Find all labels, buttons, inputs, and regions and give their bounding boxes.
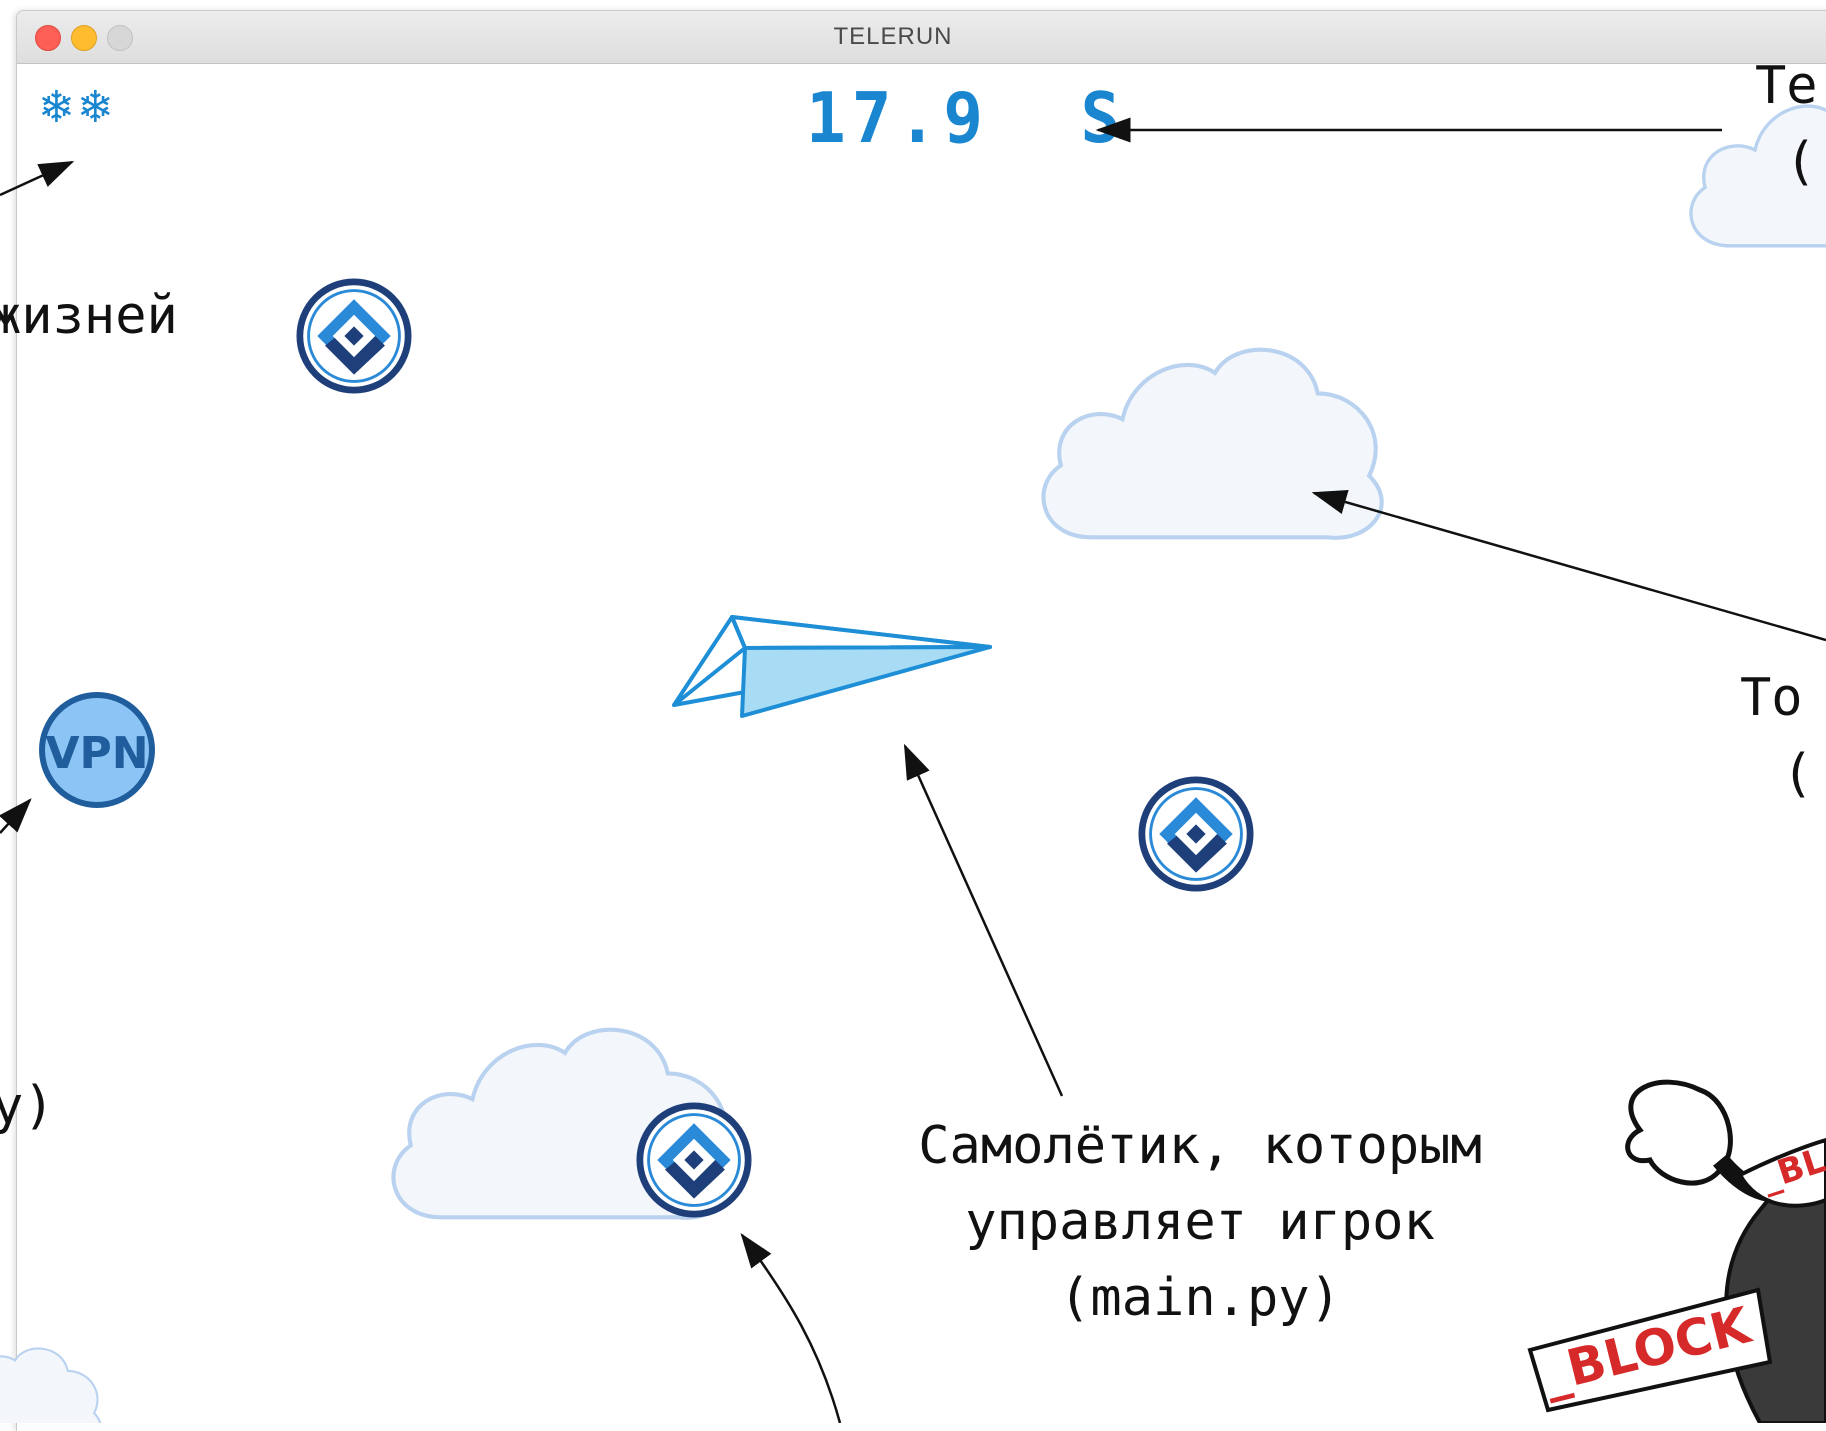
player-annotation: Самолётик, которым управляет игрок (main… [860, 1108, 1540, 1336]
arrow-to-lives [0, 160, 75, 197]
annotation-line: (main.py) [1059, 1268, 1341, 1328]
cloud [0, 1347, 102, 1423]
vpn-bonus: VPN [39, 692, 155, 808]
roskomnadzor-logo-icon [1142, 780, 1250, 888]
roskomnadzor-logo-icon [300, 282, 408, 390]
timer-annotation-fragment: Te ( [1755, 56, 1818, 192]
arrow-to-vpn [0, 798, 32, 834]
player-paper-plane [672, 615, 992, 718]
arrow-to-plane [903, 743, 1064, 1097]
roskomnadzor-logo-icon [640, 1106, 748, 1214]
annotation-line: Самолётик, которым [918, 1116, 1482, 1176]
arrow-to-cloud [1311, 489, 1826, 642]
lives-annotation-fragment: жизней [0, 286, 178, 346]
blocker-character-sticker: _BL _BLOCK [1527, 1079, 1826, 1423]
annotation-line: управляет игрок [965, 1192, 1435, 1252]
cloud-annotation-fragment: To ( [1740, 668, 1814, 804]
arrow-to-blocker [740, 1232, 842, 1423]
annotation-fragment: y) [0, 1076, 55, 1136]
cloud [1043, 350, 1381, 538]
vpn-label: VPN [45, 728, 148, 779]
